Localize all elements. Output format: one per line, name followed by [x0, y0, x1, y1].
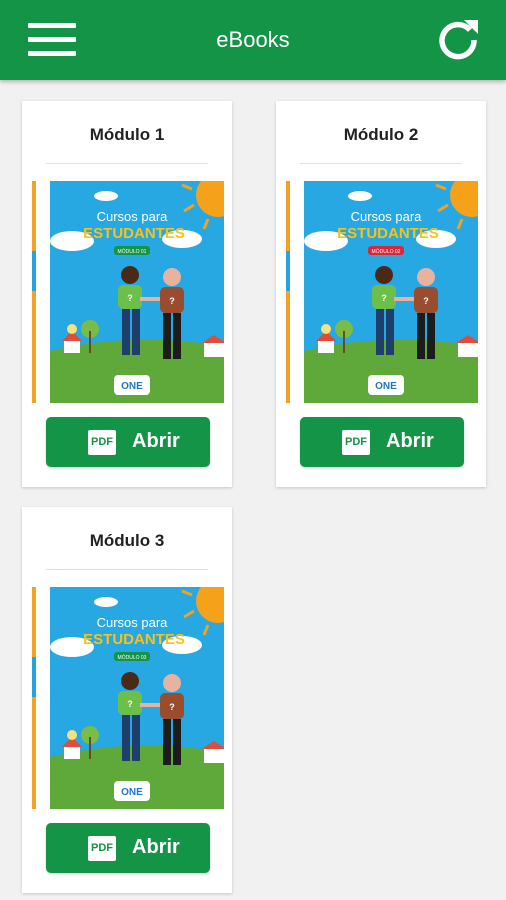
ebook-card-3: Módulo 3 Cursos para ESTUDANTES MÓDULO 0… [22, 507, 232, 893]
pdf-icon: PDF [342, 430, 370, 455]
svg-text:?: ? [381, 293, 387, 303]
svg-text:?: ? [169, 702, 175, 712]
ebook-card-2: Módulo 2 Cursos para ESTUDANTES MÓDULO 0… [276, 101, 486, 487]
pdf-icon: PDF [88, 430, 116, 455]
ebook-title: Módulo 3 [89, 531, 165, 550]
cover-logo: ONE [121, 381, 143, 392]
open-pdf-button[interactable]: PDF Abrir [46, 823, 210, 873]
divider [300, 163, 462, 164]
cover-title-line2: ESTUDANTES [83, 631, 185, 648]
open-button-label: Abrir [132, 836, 180, 858]
ebook-title: Módulo 1 [89, 125, 165, 144]
cover-title-line1: Cursos para [97, 615, 169, 630]
cover-logo: ONE [375, 381, 397, 392]
refresh-icon[interactable] [434, 16, 482, 64]
ebook-cover-image[interactable]: Cursos para ESTUDANTES MÓDULO 03 ? ? ONE [32, 587, 224, 809]
open-pdf-button[interactable]: PDF Abrir [300, 417, 464, 467]
ebook-title: Módulo 2 [343, 125, 419, 144]
svg-text:?: ? [127, 293, 133, 303]
cover-title-line2: ESTUDANTES [83, 225, 185, 242]
divider [46, 163, 208, 164]
page-title: eBooks [216, 27, 290, 52]
svg-text:?: ? [169, 296, 175, 306]
cover-logo: ONE [121, 787, 143, 798]
ebook-card-1: Módulo 1 Cursos para ESTUDANTES MÓDULO 0… [22, 101, 232, 487]
open-button-label: Abrir [386, 430, 434, 452]
open-pdf-button[interactable]: PDF Abrir [46, 417, 210, 467]
open-button-label: Abrir [132, 430, 180, 452]
cover-title-line2: ESTUDANTES [337, 225, 439, 242]
app-bar: eBooks [0, 0, 506, 80]
divider [46, 569, 208, 570]
cover-title-line1: Cursos para [97, 209, 169, 224]
pdf-icon: PDF [88, 836, 116, 861]
cover-badge: MÓDULO 03 [118, 654, 147, 661]
cover-badge: MÓDULO 02 [372, 248, 401, 255]
ebook-cover-image[interactable]: Cursos para ESTUDANTES MÓDULO 02 ? ? ONE [286, 181, 478, 403]
ebook-cover-image[interactable]: Cursos para ESTUDANTES MÓDULO 01 ? ? ONE [32, 181, 224, 403]
cover-title-line1: Cursos para [351, 209, 423, 224]
svg-text:?: ? [423, 296, 429, 306]
cover-badge: MÓDULO 01 [118, 248, 147, 255]
svg-text:?: ? [127, 699, 133, 709]
